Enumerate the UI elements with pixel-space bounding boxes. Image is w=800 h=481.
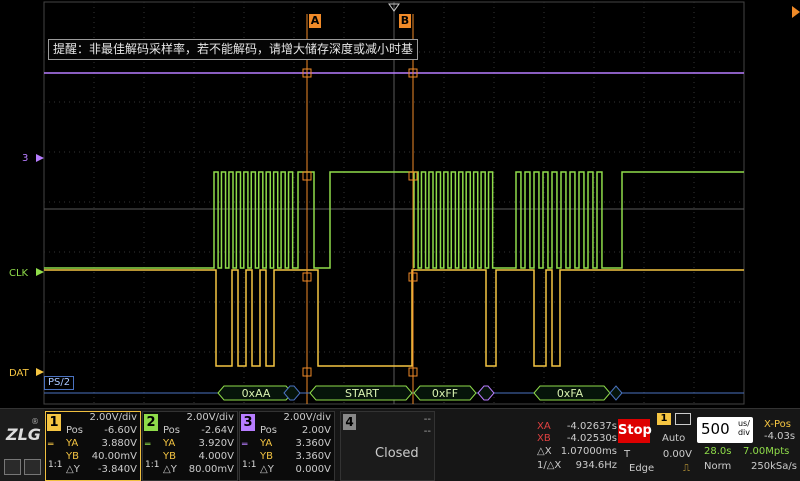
channel-1-card[interactable]: 1 2.00V/div Pos -6.60V YA 3.880V YB 40.00mV… xyxy=(45,411,141,481)
dy-label: △Y xyxy=(260,464,274,475)
trigger-level: 0.00V xyxy=(662,449,692,460)
channel-3-label: 3 xyxy=(22,153,29,164)
cursor-measurements: XA -4.02637s XB -4.02530s △X 1.07000ms 1/△X… xyxy=(537,411,617,479)
channel-2-ya: 3.920V xyxy=(198,438,234,449)
channel-1-scale: 2.00V/div xyxy=(89,412,137,423)
acquire-mode: Norm xyxy=(704,461,732,472)
decode-protocol-label: PS/2 xyxy=(44,376,75,390)
channel-4-pos: -- xyxy=(423,426,431,437)
channel-2-ground-marker xyxy=(36,268,44,276)
stop-frame-outline xyxy=(477,385,495,401)
channel-2-number: 2 xyxy=(144,414,158,431)
rising-edge-icon: ⎍ xyxy=(683,463,690,474)
channel-4-number: 4 xyxy=(343,414,356,430)
waveform-canvas xyxy=(36,1,745,405)
pos-label: Pos xyxy=(66,425,84,436)
decode-frame: 0xAA xyxy=(241,386,271,400)
dy-label: △Y xyxy=(66,464,80,475)
channel-3-scale: 2.00V/div xyxy=(283,412,331,423)
zlg-logo: ZLG xyxy=(6,425,41,444)
inv-dx-value: 934.6Hz xyxy=(575,460,617,471)
timebase-box: 500 us/ div xyxy=(697,417,753,443)
dx-label: △X xyxy=(537,446,552,457)
channel-4-card[interactable]: 4 -- -- Closed xyxy=(340,411,435,481)
cursor-a-tag[interactable]: A xyxy=(309,14,321,28)
probe-ratio-icon: 1:1 xyxy=(145,460,160,470)
decode-frame: 0xFF xyxy=(431,386,459,400)
clk-label: CLK xyxy=(9,268,29,279)
probe-ratio-icon: 1:1 xyxy=(48,460,63,470)
channel-3-pos: 2.00V xyxy=(301,425,331,436)
ya-label: YA xyxy=(66,438,79,449)
decode-frame: START xyxy=(345,386,379,400)
channel-3-ya: 3.360V xyxy=(295,438,331,449)
trigger-source: 1 xyxy=(657,413,671,425)
channel-1-yb: 40.00mV xyxy=(91,451,137,462)
channel-4-status: Closed xyxy=(375,446,419,461)
probe-ratio-icon: 1:1 xyxy=(242,460,257,470)
pos-label: Pos xyxy=(163,425,181,436)
channel-3-ground-marker xyxy=(36,154,44,162)
channel-2-pos: -2.64V xyxy=(201,425,234,436)
xb-label: XB xyxy=(537,433,551,444)
menu-icon xyxy=(675,413,691,425)
channel-2-card[interactable]: 2 2.00V/div Pos -2.64V YA 3.920V YB 4.000V … xyxy=(142,411,238,481)
decode-frame: 0xFA xyxy=(556,386,584,400)
channel-2-scale: 2.00V/div xyxy=(186,412,234,423)
waveform-display[interactable]: 提醒：非最佳解码采样率，若不能解码，请增大储存深度或减小时基 A B 3 CLK… xyxy=(0,0,800,408)
yb-label: YB xyxy=(260,451,273,462)
xb-value: -4.02530s xyxy=(566,433,617,444)
screenshot-icon[interactable] xyxy=(24,459,41,475)
dx-value: 1.07000ms xyxy=(560,446,617,457)
cursor-b-tag[interactable]: B xyxy=(399,14,411,28)
channel-1-pos: -6.60V xyxy=(104,425,137,436)
acquire-time: 28.0s xyxy=(704,446,732,457)
trigger-type-label: T xyxy=(624,449,631,460)
run-stop-button[interactable]: Stop xyxy=(618,419,652,443)
channel-1-dy: -3.840V xyxy=(97,464,137,475)
timebase-unit: us/ div xyxy=(737,419,750,437)
xpos-label: X-Pos xyxy=(764,419,791,430)
dc-coupling-icon: ═ xyxy=(48,440,54,450)
channel-3-yb: 3.360V xyxy=(295,451,331,462)
channel-2-dy: 80.00mV xyxy=(188,464,234,475)
pos-label: Pos xyxy=(260,425,278,436)
dc-coupling-icon: ═ xyxy=(242,440,248,450)
ya-label: YA xyxy=(260,438,273,449)
channel-2-yb: 4.000V xyxy=(198,451,234,462)
channel-4-scale: -- xyxy=(423,414,431,425)
xpos-value: -4.03s xyxy=(764,431,796,442)
trigger-position-marker[interactable] xyxy=(792,6,800,18)
hint-banner: 提醒：非最佳解码采样率，若不能解码，请增大储存深度或减小时基 xyxy=(48,39,419,60)
trigger-type: Edge xyxy=(629,463,655,474)
parity-frame-outline xyxy=(609,385,623,401)
dat-label: DAT xyxy=(9,368,29,379)
inv-dx-label: 1/△X xyxy=(537,460,562,471)
trigger-panel[interactable]: 1 Auto T 0.00V Edge ⎍ xyxy=(624,411,694,479)
trigger-mode: Auto xyxy=(662,433,686,444)
bottom-panel: ZLG ® 1 2.00V/div Pos -6.60V YA 3.880V YB 4… xyxy=(0,408,800,481)
channel-3-card[interactable]: 3 2.00V/div Pos 2.00V YA 3.360V YB 3.360V △… xyxy=(239,411,335,481)
channel-1-number: 1 xyxy=(47,414,61,431)
sample-rate: 250kSa/s xyxy=(751,461,797,472)
dc-coupling-icon: ═ xyxy=(145,440,151,450)
timebase-value: 500 xyxy=(701,420,730,438)
registered-mark: ® xyxy=(31,417,39,426)
home-icon[interactable] xyxy=(4,459,21,475)
channel-3-number: 3 xyxy=(241,414,255,431)
yb-label: YB xyxy=(66,451,79,462)
timebase-control[interactable]: 500 us/ div xyxy=(697,411,753,451)
channel-1-ya: 3.880V xyxy=(101,438,137,449)
channel-3-dy: 0.000V xyxy=(295,464,331,475)
dy-label: △Y xyxy=(163,464,177,475)
channel-1-ground-marker xyxy=(36,368,44,376)
xa-value: -4.02637s xyxy=(566,421,617,432)
memory-depth: 7.00Mpts xyxy=(743,446,790,457)
logo-area: ZLG ® xyxy=(0,409,44,481)
yb-label: YB xyxy=(163,451,176,462)
xa-label: XA xyxy=(537,421,551,432)
ya-label: YA xyxy=(163,438,176,449)
